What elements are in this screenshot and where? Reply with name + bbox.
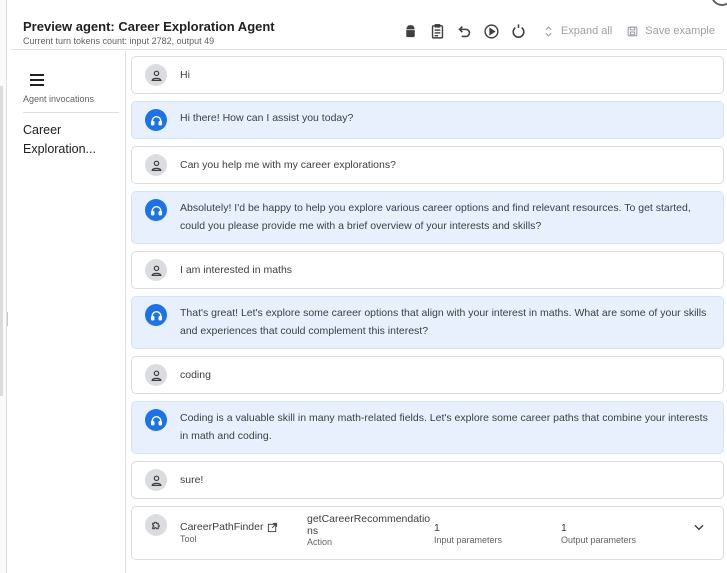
- save-example-button[interactable]: Save example: [626, 25, 715, 38]
- tool-invocation-card[interactable]: CareerPathFinder Tool getCareerRecommend…: [131, 506, 724, 560]
- headset-icon: [145, 409, 167, 431]
- message-agent: Hi there! How can I assist you today?: [131, 101, 724, 139]
- edge-scrollbar[interactable]: [0, 86, 3, 396]
- message-text: I am interested in maths: [180, 264, 293, 276]
- tool-label: Tool: [180, 534, 197, 544]
- headset-icon: [145, 199, 167, 221]
- expand-all-label: Expand all: [560, 25, 613, 37]
- message-text: coding: [180, 369, 211, 381]
- user-icon: [145, 154, 167, 176]
- reset-icon[interactable]: [510, 22, 528, 40]
- headset-icon: [145, 109, 167, 131]
- headset-icon: [145, 304, 167, 326]
- save-icon: [627, 26, 638, 36]
- message-user: sure!: [131, 461, 724, 499]
- action-name: getCareerRecommendations: [307, 513, 431, 537]
- message-user: I am interested in maths: [131, 251, 724, 289]
- save-example-label: Save example: [645, 25, 715, 37]
- input-param-label: Input parameters: [434, 535, 503, 545]
- open-in-new-icon[interactable]: [267, 522, 278, 533]
- undo-icon[interactable]: [456, 22, 474, 40]
- token-count: Current turn tokens count: input 2782, o…: [23, 36, 215, 46]
- sidebar-item-invocation[interactable]: Career Exploration...: [23, 121, 119, 159]
- user-icon: [145, 364, 167, 386]
- user-icon: [145, 259, 167, 281]
- message-text: Coding is a valuable skill in many math-…: [180, 412, 708, 442]
- unfold-icon: [545, 25, 552, 37]
- sidebar-divider: [23, 112, 119, 113]
- message-user: Hi: [131, 56, 724, 94]
- input-param-count: 1: [434, 522, 440, 534]
- message-agent: Coding is a valuable skill in many math-…: [131, 401, 724, 454]
- message-text: Hi there! How can I assist you today?: [180, 112, 354, 124]
- action-label: Action: [307, 537, 333, 547]
- page-title: Preview agent: Career Exploration Agent: [23, 19, 275, 34]
- expand-all-button[interactable]: Expand all: [542, 25, 612, 38]
- sidebar-heading: Agent invocations: [23, 94, 95, 104]
- invocations-sidebar: Agent invocations Career Exploration...: [11, 51, 126, 573]
- toolbar: Expand all Save example: [393, 22, 715, 40]
- message-text: Absolutely! I'd be happy to help you exp…: [180, 202, 691, 232]
- left-edge-panel: [0, 0, 7, 573]
- conversation: Hi Hi there! How can I assist you today?…: [131, 56, 724, 560]
- clipboard-icon[interactable]: [429, 22, 447, 40]
- message-user: coding: [131, 356, 724, 394]
- message-text: That's great! Let's explore some career …: [180, 307, 707, 337]
- message-text: Can you help me with my career explorati…: [180, 159, 396, 171]
- output-param-count: 1: [561, 522, 567, 534]
- puzzle-icon: [145, 514, 167, 536]
- message-text: sure!: [180, 474, 204, 486]
- message-user: Can you help me with my career explorati…: [131, 146, 724, 184]
- preview-header: Preview agent: Career Exploration Agent …: [11, 0, 727, 50]
- message-agent: Absolutely! I'd be happy to help you exp…: [131, 191, 724, 244]
- user-icon: [145, 469, 167, 491]
- menu-icon[interactable]: [30, 74, 44, 86]
- play-circle-icon[interactable]: [483, 22, 501, 40]
- android-icon[interactable]: [402, 22, 420, 40]
- message-text: Hi: [180, 69, 190, 81]
- chevron-down-icon[interactable]: [692, 520, 706, 534]
- tool-name: CareerPathFinder: [180, 521, 264, 533]
- message-agent: That's great! Let's explore some career …: [131, 296, 724, 349]
- user-icon: [145, 64, 167, 86]
- output-param-label: Output parameters: [561, 535, 637, 545]
